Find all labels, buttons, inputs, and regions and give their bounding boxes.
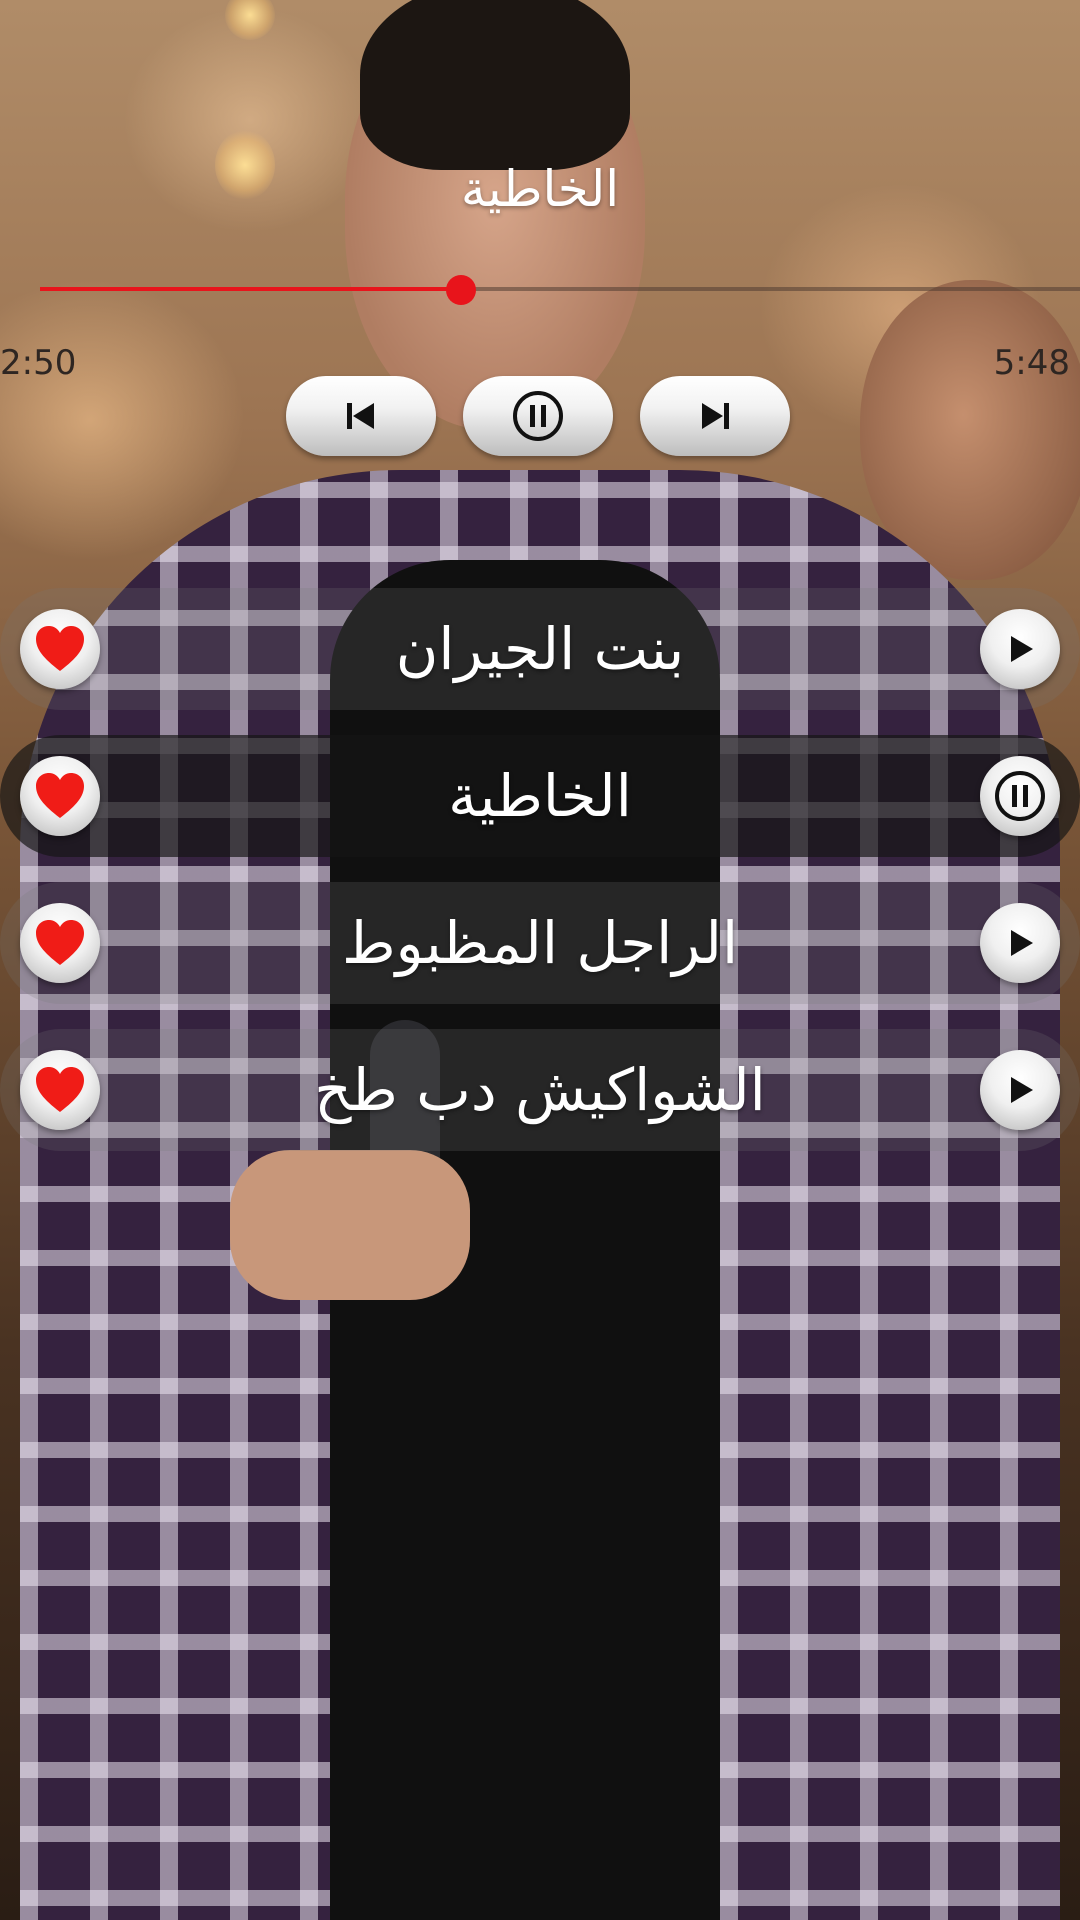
favorite-button[interactable] bbox=[20, 756, 100, 836]
heart-icon bbox=[36, 920, 84, 965]
next-button[interactable] bbox=[640, 376, 790, 456]
play-button[interactable] bbox=[980, 1050, 1060, 1130]
play-button[interactable] bbox=[980, 609, 1060, 689]
play-icon bbox=[1011, 1077, 1033, 1103]
pause-icon bbox=[513, 391, 563, 441]
seek-thumb[interactable] bbox=[446, 275, 477, 305]
playlist-item-title: بنت الجيران bbox=[395, 615, 685, 683]
now-playing-title: الخاطية bbox=[460, 160, 620, 218]
play-icon bbox=[1011, 930, 1033, 956]
seek-bar[interactable] bbox=[40, 270, 1080, 310]
seek-progress bbox=[40, 287, 462, 291]
heart-icon bbox=[36, 626, 84, 671]
previous-button[interactable] bbox=[286, 376, 436, 456]
skip-previous-icon bbox=[347, 403, 374, 429]
heart-icon bbox=[36, 773, 84, 818]
favorite-button[interactable] bbox=[20, 1050, 100, 1130]
play-icon bbox=[1011, 636, 1033, 662]
favorite-button[interactable] bbox=[20, 903, 100, 983]
playlist-item[interactable]: الراجل المظبوط bbox=[0, 882, 1080, 1004]
pause-button[interactable] bbox=[980, 756, 1060, 836]
current-time: 2:50 bbox=[0, 343, 77, 383]
heart-icon bbox=[36, 1067, 84, 1112]
playlist-item[interactable]: بنت الجيران bbox=[0, 588, 1080, 710]
pause-icon bbox=[995, 771, 1045, 821]
pause-button[interactable] bbox=[463, 376, 613, 456]
play-button[interactable] bbox=[980, 903, 1060, 983]
playlist-item-title: الراجل المظبوط bbox=[341, 909, 739, 977]
total-time: 5:48 bbox=[993, 343, 1070, 383]
playlist-item-title: الخاطية bbox=[448, 762, 632, 830]
skip-next-icon bbox=[702, 403, 729, 429]
playlist-item-active[interactable]: الخاطية bbox=[0, 735, 1080, 857]
favorite-button[interactable] bbox=[20, 609, 100, 689]
playlist-item-title: الشواكيش دب طخ bbox=[314, 1056, 766, 1124]
playlist-item[interactable]: الشواكيش دب طخ bbox=[0, 1029, 1080, 1151]
